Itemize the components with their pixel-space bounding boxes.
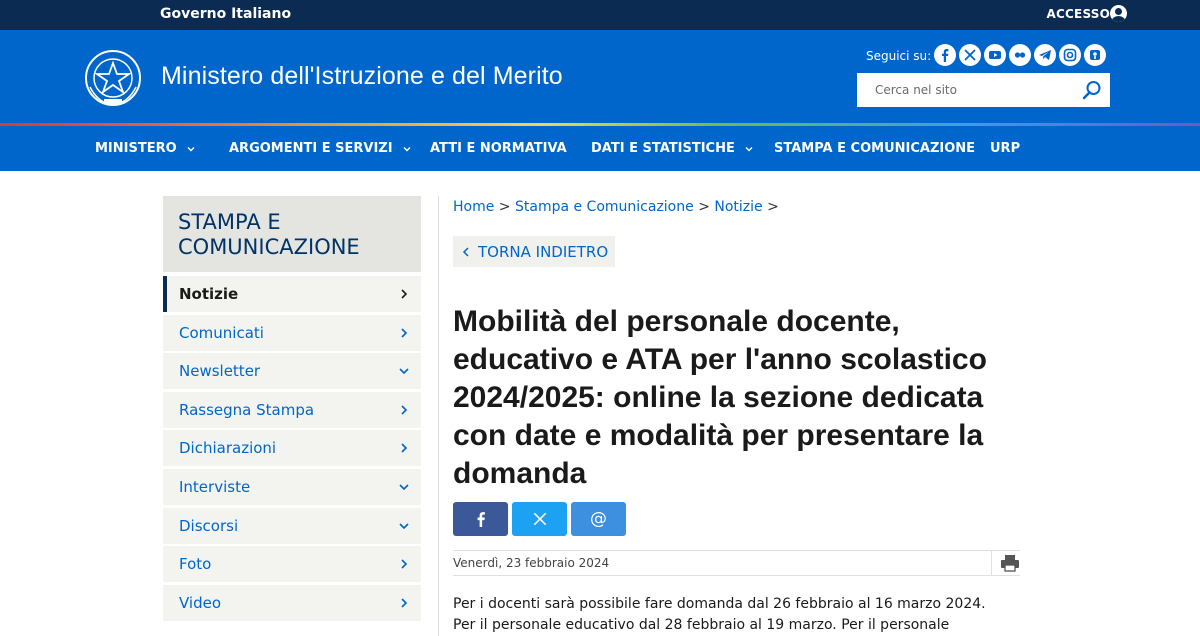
podcast-icon[interactable]: [1084, 44, 1106, 66]
main-navigation: MINISTERO ARGOMENTI E SERVIZI ATTI E NOR…: [0, 126, 1200, 171]
sidebar-item-notizie[interactable]: Notizie: [163, 276, 421, 312]
nav-item-stampa-comunicazione[interactable]: STAMPA E COMUNICAZIONE: [774, 141, 975, 156]
user-icon[interactable]: [1110, 5, 1127, 22]
back-button[interactable]: TORNA INDIETRO: [453, 236, 615, 267]
content-divider: [438, 196, 439, 636]
at-sign-icon: @: [590, 509, 607, 529]
chevron-right-icon: [401, 559, 408, 569]
share-email-button[interactable]: @: [571, 502, 626, 536]
chevron-right-icon: [401, 405, 408, 415]
chevron-down-icon: [399, 522, 409, 529]
nav-item-urp[interactable]: URP: [990, 141, 1020, 156]
article-paragraph: Per il personale educativo dal 28 febbra…: [453, 617, 950, 633]
share-buttons: @: [453, 502, 626, 536]
site-title[interactable]: Ministero dell'Istruzione e del Merito: [161, 62, 563, 91]
flickr-icon[interactable]: [1009, 44, 1031, 66]
nav-item-argomenti-servizi[interactable]: ARGOMENTI E SERVIZI: [229, 141, 411, 156]
chevron-left-icon: [462, 246, 469, 257]
sidebar-item-video[interactable]: Video: [163, 584, 421, 621]
article-meta-row: Venerdì, 23 febbraio 2024: [453, 550, 1020, 576]
sidebar-item-rassegna-stampa[interactable]: Rassegna Stampa: [163, 391, 421, 428]
telegram-icon[interactable]: [1034, 44, 1056, 66]
sidebar-title: STAMPA E COMUNICAZIONE: [163, 196, 421, 272]
article-date: Venerdì, 23 febbraio 2024: [453, 556, 610, 570]
access-link[interactable]: ACCESSO: [1047, 7, 1110, 21]
follow-label: Seguici su:: [866, 49, 932, 63]
article-title: Mobilità del personale docente, educativ…: [453, 305, 987, 490]
search-input[interactable]: [857, 73, 1067, 107]
share-x-button[interactable]: [512, 502, 567, 536]
print-icon[interactable]: [1000, 554, 1020, 572]
search-box: [857, 73, 1110, 107]
chevron-right-icon: [401, 289, 408, 299]
governo-italiano-link[interactable]: Governo Italiano: [160, 6, 291, 22]
social-links: [934, 44, 1106, 66]
sidebar-item-dichiarazioni[interactable]: Dichiarazioni: [163, 430, 421, 467]
chevron-down-icon: [399, 484, 409, 491]
italian-republic-emblem-icon[interactable]: [84, 47, 142, 107]
print-separator: [991, 551, 992, 576]
facebook-icon: [477, 512, 485, 527]
sidebar-item-interviste[interactable]: Interviste: [163, 468, 421, 505]
x-icon: [533, 512, 546, 526]
section-sidebar: STAMPA E COMUNICAZIONE Notizie Comunicat…: [163, 196, 421, 621]
nav-item-ministero[interactable]: MINISTERO: [95, 141, 195, 156]
breadcrumb: Home > Stampa e Comunicazione > Notizie …: [453, 199, 779, 215]
breadcrumb-stampa-comunicazione[interactable]: Stampa e Comunicazione: [515, 199, 694, 215]
x-icon[interactable]: [959, 44, 981, 66]
breadcrumb-notizie[interactable]: Notizie: [714, 199, 762, 215]
site-header: Ministero dell'Istruzione e del Merito S…: [0, 30, 1200, 124]
share-facebook-button[interactable]: [453, 502, 508, 536]
youtube-icon[interactable]: [984, 44, 1006, 66]
breadcrumb-home[interactable]: Home: [453, 199, 494, 215]
search-icon[interactable]: [1082, 80, 1102, 100]
article-body: Per i docenti sarà possibile fare domand…: [453, 594, 1013, 636]
chevron-down-icon: [399, 368, 409, 375]
chevron-down-icon: [403, 146, 411, 151]
sidebar-item-foto[interactable]: Foto: [163, 546, 421, 583]
article-paragraph: Per i docenti sarà possibile fare domand…: [453, 596, 986, 612]
chevron-right-icon: [401, 443, 408, 453]
nav-item-atti-normativa[interactable]: ATTI E NORMATIVA: [430, 141, 567, 156]
sidebar-item-newsletter[interactable]: Newsletter: [163, 353, 421, 390]
instagram-icon[interactable]: [1059, 44, 1081, 66]
chevron-down-icon: [187, 146, 195, 151]
chevron-down-icon: [745, 146, 753, 151]
sidebar-item-discorsi[interactable]: Discorsi: [163, 507, 421, 544]
government-topbar: Governo Italiano ACCESSO: [0, 0, 1200, 30]
sidebar-item-comunicati[interactable]: Comunicati: [163, 314, 421, 351]
chevron-right-icon: [401, 328, 408, 338]
nav-item-dati-statistiche[interactable]: DATI E STATISTICHE: [591, 141, 753, 156]
facebook-icon[interactable]: [934, 44, 956, 66]
chevron-right-icon: [401, 598, 408, 608]
